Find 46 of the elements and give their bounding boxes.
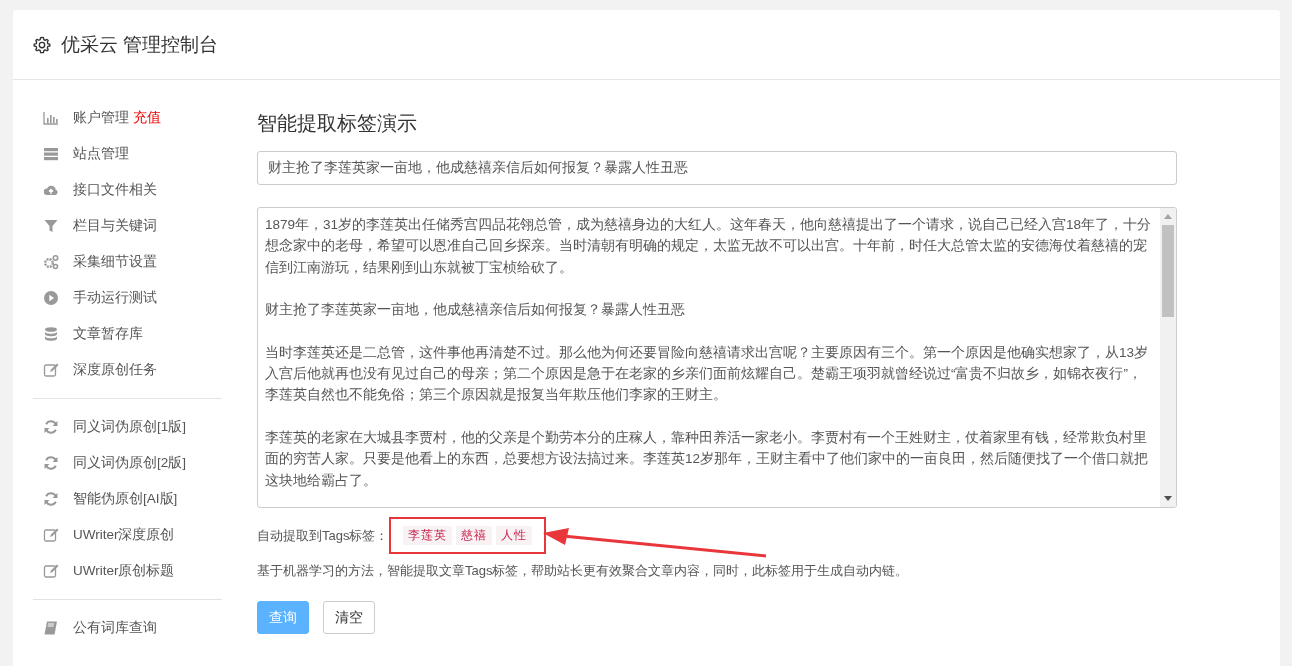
sidebar-item[interactable]: 同义词伪原创[2版]	[33, 445, 222, 481]
sidebar-item[interactable]: 接口文件相关	[33, 172, 222, 208]
action-button[interactable]: 清空	[323, 601, 375, 634]
server-icon	[43, 146, 59, 162]
sidebar-item[interactable]: 采集细节设置	[33, 244, 222, 280]
refresh-icon	[43, 455, 59, 471]
article-paragraph: 当时李莲英还是二总管，这件事他再清楚不过。那么他为何还要冒险向慈禧请求出宫呢？主要原因有三个。第一个原因是他确实想家了，从13岁入宫后他就再也没有见过自己的母亲；第二个原因是急于在老家的乡亲们面前炫耀自己。楚霸王项羽就曾经说过“富贵不归故乡，如锦衣夜行”，李莲英自然也不能免俗；第三个原因就是报复当年欺压他们李家的王财主。	[265, 343, 1150, 405]
sidebar-item[interactable]: 深度原创任务	[33, 352, 222, 388]
edit-icon	[43, 563, 59, 579]
sidebar-item[interactable]: UWriter原创标题	[33, 553, 222, 589]
scroll-up-icon[interactable]	[1164, 214, 1172, 219]
article-paragraph: 1879年，31岁的李莲英出任储秀宫四品花翎总管，成为慈禧身边的大红人。这年春天，他向慈禧提出了一个请求，说自己已经入宫18年了，十分想念家中的老母，希望可以恩准自己回乡探亲。当时清朝有明确的规定，太监无故不可以出宫。十年前，时任大总管太监的安德海仗着慈禧的宠信到江南游玩，结果刚到山东就被丁宝桢给砍了。	[265, 216, 1152, 277]
article-paragraph: 财主抢了李莲英家一亩地，他成慈禧亲信后如何报复？暴露人性丑恶	[265, 301, 686, 320]
refresh-icon	[43, 491, 59, 507]
scrollbar-thumb[interactable]	[1162, 225, 1174, 317]
filter-icon	[43, 218, 59, 234]
console-title: 优采云 管理控制台	[61, 32, 219, 57]
title-field[interactable]: 财主抢了李莲英家一亩地，他成慈禧亲信后如何报复？暴露人性丑恶	[257, 151, 1177, 185]
edit-icon	[43, 362, 59, 378]
scroll-down-icon[interactable]	[1164, 496, 1172, 501]
page-heading: 智能提取标签演示	[257, 111, 418, 136]
sidebar-item[interactable]: 手动运行测试	[33, 280, 222, 316]
tag: 慈禧	[456, 526, 493, 545]
tag: 人性	[496, 526, 533, 545]
sidebar-item[interactable]: 账户管理 充值	[33, 100, 222, 136]
book-icon	[43, 620, 59, 636]
scrollbar[interactable]	[1160, 208, 1176, 507]
refresh-icon	[43, 419, 59, 435]
sidebar-item[interactable]: 栏目与关键词	[33, 208, 222, 244]
sidebar-item[interactable]: 智能伪原创[AI版]	[33, 481, 222, 517]
sidebar-item[interactable]: 同义词伪原创[1版]	[33, 409, 222, 445]
database-icon	[43, 326, 59, 342]
play-icon	[43, 290, 59, 306]
gears-icon	[43, 254, 59, 270]
article-paragraph: 李莲英的老家在大城县李贾村，他的父亲是个勤劳本分的庄稼人，靠种田养活一家老小。李贾村有一个王姓财主，仗着家里有钱，经常欺负村里面的穷苦人家。只要是他看上的东西，总要想方设法搞过来。李莲英12岁那年，王财主看中了他们家中的一亩良田，然后随便找了一个借口就把这块地给霸占了。	[265, 428, 1150, 490]
edit-icon	[43, 527, 59, 543]
sidebar-item[interactable]: 文章暂存库	[33, 316, 222, 352]
settings-icon	[33, 35, 51, 54]
article-textarea[interactable]	[257, 207, 1177, 508]
tags-label: 自动提取到Tags标签：	[257, 526, 389, 545]
sidebar-item[interactable]: UWriter深度原创	[33, 517, 222, 553]
tag: 李莲英	[403, 526, 453, 545]
sidebar-item[interactable]: 站点管理	[33, 136, 222, 172]
sidebar-item[interactable]: 公有词库查询	[33, 610, 222, 646]
chart-icon	[43, 110, 59, 126]
description-text: 基于机器学习的方法，智能提取文章Tags标签，帮助站长更有效聚合文章内容，同时，此标签用于生成自动内链。	[257, 562, 910, 580]
